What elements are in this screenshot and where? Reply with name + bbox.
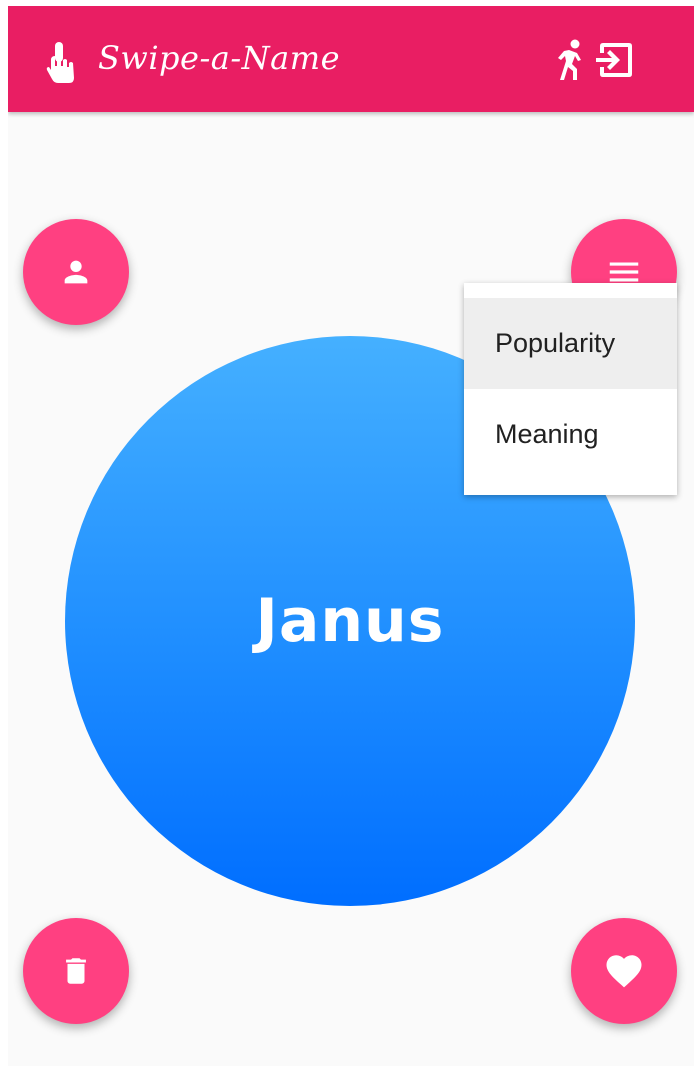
- heart-icon: [606, 955, 642, 988]
- directions-run-icon[interactable]: [551, 38, 587, 82]
- menu-item-popularity[interactable]: Popularity: [464, 298, 677, 389]
- profile-button[interactable]: [23, 219, 129, 325]
- exit-to-app-icon[interactable]: [596, 40, 636, 80]
- discard-button[interactable]: [23, 918, 129, 1024]
- app-bar: Swipe-a-Name: [8, 6, 694, 112]
- menu-item-meaning[interactable]: Meaning: [464, 389, 677, 480]
- person-icon: [64, 260, 88, 284]
- like-button[interactable]: [571, 918, 677, 1024]
- name-label: Janus: [255, 586, 445, 656]
- app-frame: Swipe-a-Name Janus Popularity Meaning: [8, 6, 694, 1066]
- trash-icon: [66, 958, 86, 984]
- app-title: Swipe-a-Name: [98, 39, 341, 77]
- touch-app-icon: [46, 42, 74, 83]
- sort-dropdown-menu: Popularity Meaning: [464, 283, 677, 495]
